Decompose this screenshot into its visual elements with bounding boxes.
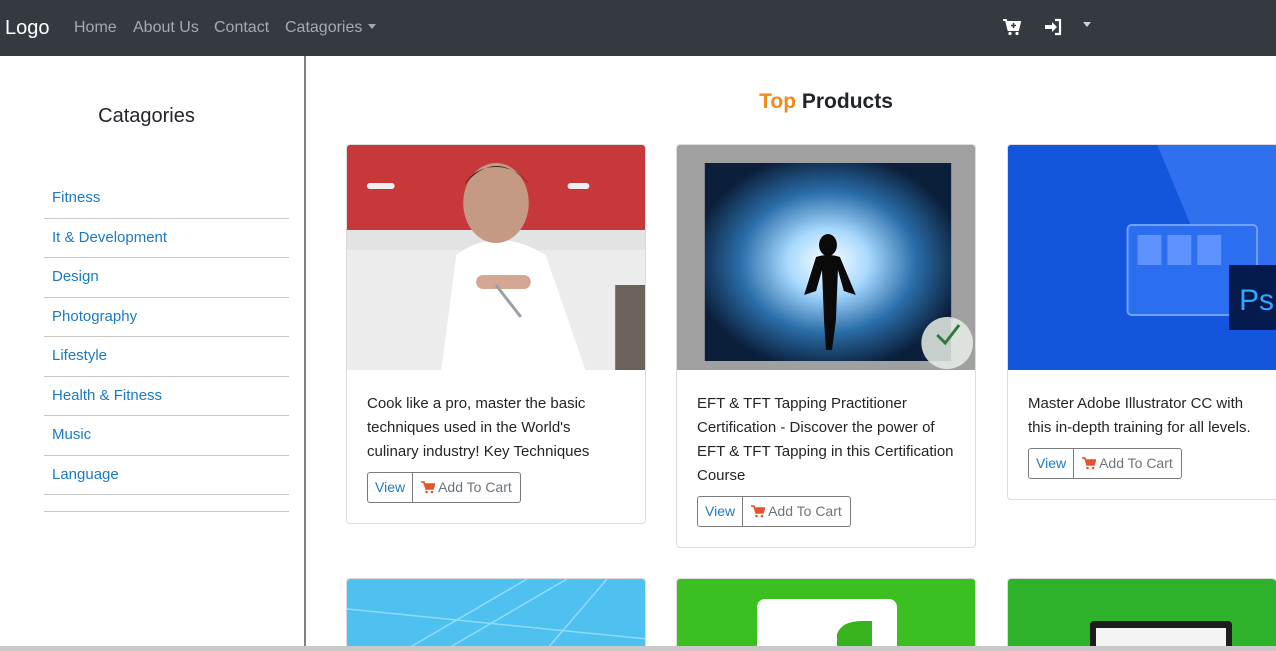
category-item-language[interactable]: Language — [44, 456, 289, 495]
category-item-music[interactable]: Music — [44, 416, 289, 456]
sign-in-icon[interactable] — [1043, 17, 1063, 37]
top-products-heading: Top Products — [306, 89, 1276, 115]
view-button[interactable]: View — [698, 497, 744, 526]
add-to-cart-label: Add To Cart — [768, 503, 842, 519]
product-image-illustrator[interactable]: Ps — [1008, 145, 1276, 370]
product-actions: View Add To Cart — [367, 472, 521, 503]
category-item-it-development[interactable]: It & Development — [44, 219, 289, 258]
category-item-design[interactable]: Design — [44, 258, 289, 298]
product-card-row2-3[interactable] — [1007, 578, 1276, 648]
product-description: Cook like a pro, master the basic techni… — [367, 395, 590, 460]
category-item-fitness[interactable]: Fitness — [44, 179, 289, 219]
category-item-lifestyle[interactable]: Lifestyle — [44, 337, 289, 377]
nav-contact[interactable]: Contact — [214, 18, 269, 38]
product-card: EFT & TFT Tapping Practitioner Certifica… — [676, 144, 976, 548]
brand-logo[interactable]: Logo — [5, 15, 50, 41]
product-card-row2-2[interactable] — [676, 578, 976, 648]
sidebar-title: Catagories — [98, 105, 195, 127]
product-image-blue-pattern — [347, 579, 645, 648]
user-dropdown-caret-icon[interactable] — [1083, 22, 1091, 27]
heading-accent-word: Top — [759, 90, 797, 113]
nav-categories-dropdown[interactable]: Catagories — [285, 18, 377, 38]
product-description: EFT & TFT Tapping Practitioner Certifica… — [697, 395, 954, 484]
add-to-cart-button[interactable]: Add To Cart — [1074, 449, 1181, 478]
product-card: Ps Master Adobe Illustrator CC with this… — [1007, 144, 1276, 500]
add-to-cart-label: Add To Cart — [1099, 455, 1173, 471]
product-card-row2-1[interactable] — [346, 578, 646, 648]
product-card-body: EFT & TFT Tapping Practitioner Certifica… — [677, 370, 975, 547]
view-button[interactable]: View — [368, 473, 414, 502]
nav-home[interactable]: Home — [74, 18, 117, 38]
product-image-green-laptop — [1008, 579, 1276, 648]
product-actions: View Add To Cart — [1028, 448, 1182, 479]
add-to-cart-button[interactable]: Add To Cart — [413, 473, 520, 502]
top-navbar: Logo Home About Us Contact Catagories — [0, 0, 1276, 56]
category-list: Fitness It & Development Design Photogra… — [44, 179, 289, 512]
chevron-down-icon — [368, 23, 377, 29]
nav-categories-label: Catagories — [285, 19, 363, 36]
shopping-cart-icon — [421, 481, 436, 494]
shopping-cart-icon — [751, 505, 766, 518]
cart-plus-icon[interactable] — [1002, 17, 1022, 37]
product-card-body: Cook like a pro, master the basic techni… — [347, 370, 645, 523]
product-image-chef[interactable] — [347, 145, 645, 370]
product-image-eft-silhouette[interactable] — [677, 145, 975, 370]
product-card-body: Master Adobe Illustrator CC with this in… — [1008, 370, 1276, 499]
heading-rest-word: Products — [801, 90, 893, 113]
shopping-cart-icon — [1082, 457, 1097, 470]
horizontal-scrollbar[interactable] — [0, 646, 1276, 651]
nav-about-us[interactable]: About Us — [133, 18, 199, 38]
view-button[interactable]: View — [1029, 449, 1075, 478]
add-to-cart-label: Add To Cart — [438, 479, 512, 495]
product-card: Cook like a pro, master the basic techni… — [346, 144, 646, 524]
category-item-health-fitness[interactable]: Health & Fitness — [44, 377, 289, 416]
add-to-cart-button[interactable]: Add To Cart — [743, 497, 850, 526]
category-item-photography[interactable]: Photography — [44, 298, 289, 337]
product-image-green-app — [677, 579, 975, 648]
category-list-end-divider — [44, 495, 289, 512]
product-description: Master Adobe Illustrator CC with this in… — [1028, 395, 1251, 436]
svg-text:Ps: Ps — [1239, 284, 1274, 317]
product-actions: View Add To Cart — [697, 496, 851, 527]
